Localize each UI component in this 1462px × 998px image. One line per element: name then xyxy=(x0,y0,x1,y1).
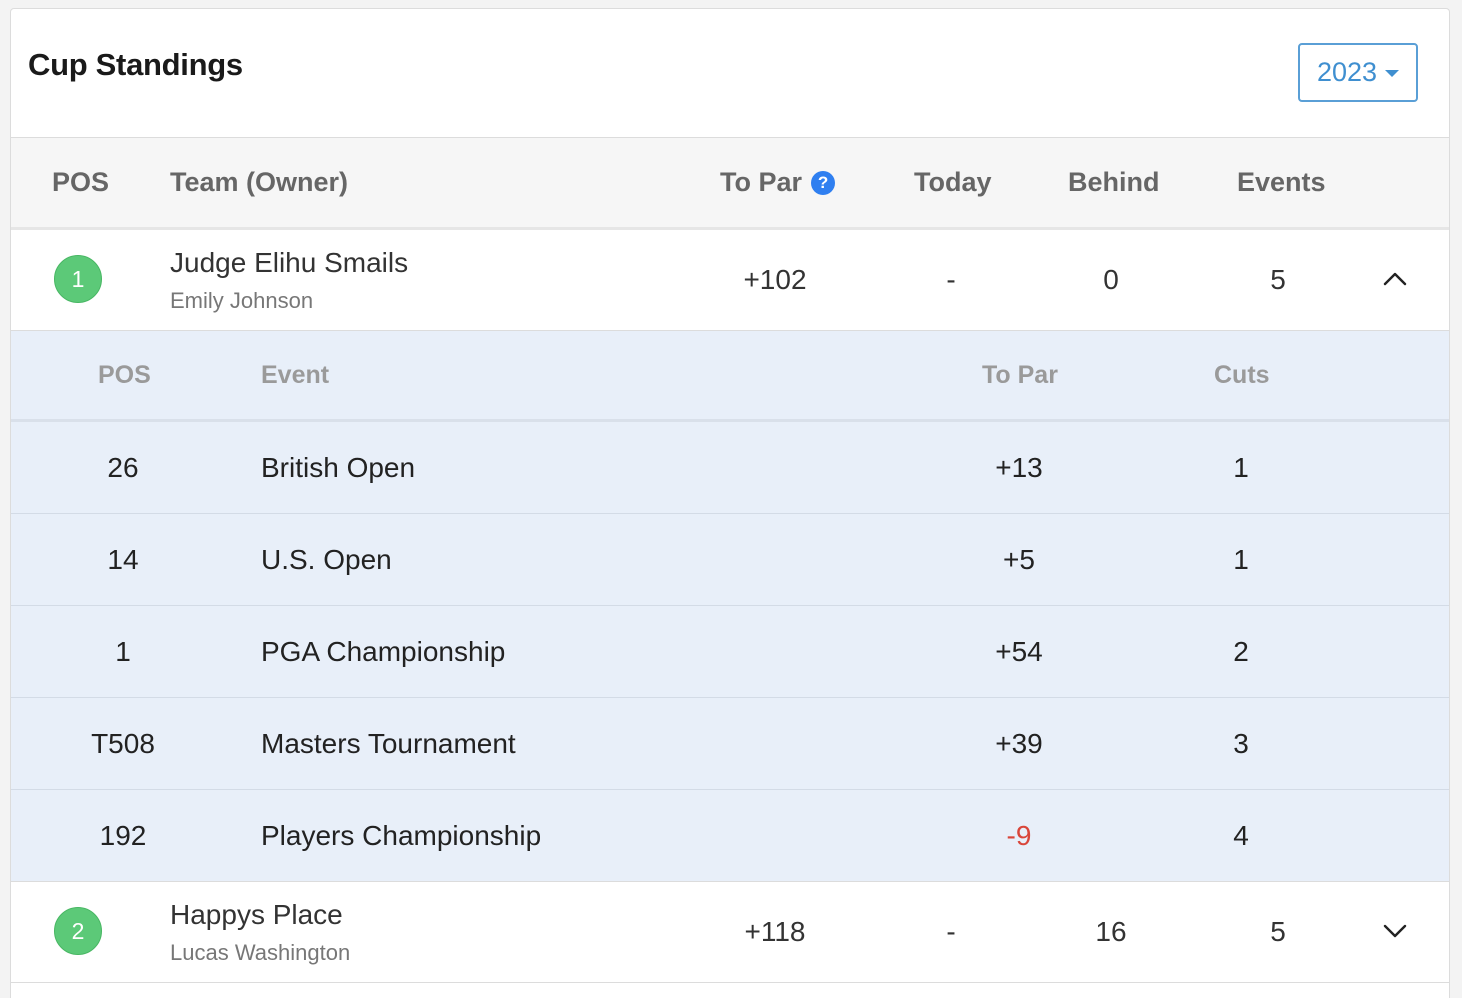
event-row: 1 PGA Championship +54 2 xyxy=(11,606,1449,698)
event-cuts: 2 xyxy=(1233,636,1249,667)
column-header-to-par-label: To Par xyxy=(720,167,803,197)
rank-badge: 2 xyxy=(54,907,102,955)
team-owner: Lucas Washington xyxy=(170,940,351,965)
event-pos: 14 xyxy=(107,544,139,575)
events-column-cuts: Cuts xyxy=(1214,361,1270,389)
card-header: Cup Standings 2023 xyxy=(11,9,1449,138)
event-pos: 192 xyxy=(99,820,147,851)
team-to-par: +118 xyxy=(744,916,806,947)
events-column-to-par: To Par xyxy=(982,361,1058,389)
cup-standings-card: Cup Standings 2023 POS Team (Owner) To P… xyxy=(10,8,1450,998)
event-name: U.S. Open xyxy=(261,544,392,575)
team-events: 5 xyxy=(1270,916,1286,947)
events-column-event: Event xyxy=(261,361,330,389)
column-header-to-par[interactable]: To Par ? xyxy=(720,138,836,227)
event-row: 192 Players Championship -9 4 xyxy=(11,790,1449,881)
team-name: Judge Elihu Smails xyxy=(170,247,409,278)
chevron-down-icon[interactable] xyxy=(1382,918,1408,944)
event-cuts: 1 xyxy=(1233,452,1249,483)
team-name: Happys Place xyxy=(170,899,343,930)
team-today: - xyxy=(946,916,956,947)
event-to-par: +54 xyxy=(995,636,1043,667)
rank-badge: 1 xyxy=(54,255,102,303)
column-header-team[interactable]: Team (Owner) xyxy=(170,138,348,227)
events-column-pos: POS xyxy=(98,361,151,389)
caret-down-icon xyxy=(1385,70,1400,77)
event-to-par: +5 xyxy=(1003,544,1035,575)
chevron-up-icon[interactable] xyxy=(1382,266,1408,292)
event-to-par: +39 xyxy=(995,728,1043,759)
events-table-header: POS Event To Par Cuts xyxy=(11,331,1449,422)
event-to-par: -9 xyxy=(1006,820,1032,851)
team-behind: 16 xyxy=(1095,916,1127,947)
team-events-panel: POS Event To Par Cuts 26 British Open +1… xyxy=(11,331,1449,882)
event-cuts: 4 xyxy=(1233,820,1249,851)
team-to-par: +102 xyxy=(743,264,807,295)
team-owner: Emily Johnson xyxy=(170,288,314,313)
event-row: T508 Masters Tournament +39 3 xyxy=(11,698,1449,790)
event-pos: 1 xyxy=(115,636,131,667)
team-behind: 0 xyxy=(1103,264,1119,295)
team-row[interactable]: 1 Judge Elihu Smails Emily Johnson +102 … xyxy=(11,230,1449,331)
standings-table-header: POS Team (Owner) To Par ? Today Behind E… xyxy=(11,138,1449,230)
team-events: 5 xyxy=(1270,264,1286,295)
help-icon[interactable]: ? xyxy=(811,170,836,195)
event-pos: T508 xyxy=(91,728,155,759)
event-cuts: 3 xyxy=(1233,728,1249,759)
event-name: Players Championship xyxy=(261,820,542,851)
event-name: Masters Tournament xyxy=(261,728,516,759)
event-cuts: 1 xyxy=(1233,544,1249,575)
year-dropdown[interactable]: 2023 xyxy=(1298,43,1418,102)
column-header-behind[interactable]: Behind xyxy=(1068,138,1160,227)
event-row: 14 U.S. Open +5 1 xyxy=(11,514,1449,606)
column-header-today[interactable]: Today xyxy=(914,138,992,227)
column-header-pos[interactable]: POS xyxy=(52,138,109,227)
team-row[interactable]: 2 Happys Place Lucas Washington +118 - 1… xyxy=(11,882,1449,983)
event-name: British Open xyxy=(261,452,416,483)
column-header-events[interactable]: Events xyxy=(1237,138,1326,227)
page-title: Cup Standings xyxy=(28,47,243,82)
year-dropdown-value: 2023 xyxy=(1316,57,1378,87)
event-pos: 26 xyxy=(107,452,139,483)
event-name: PGA Championship xyxy=(261,636,506,667)
event-row: 26 British Open +13 1 xyxy=(11,422,1449,514)
event-to-par: +13 xyxy=(995,452,1043,483)
team-today: - xyxy=(946,264,956,295)
